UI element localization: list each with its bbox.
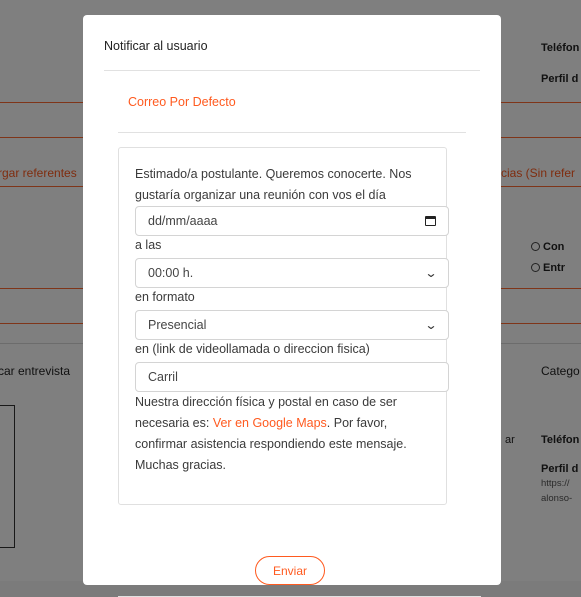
closing-line: necesaria es: Ver en Google Maps. Por fa… — [135, 413, 407, 434]
format-label: en formato — [135, 290, 195, 304]
google-maps-link[interactable]: Ver en Google Maps — [213, 416, 327, 430]
closing-line: Muchas gracias. — [135, 458, 227, 472]
intro-line: Estimado/a postulante. Queremos conocert… — [135, 167, 412, 181]
time-value: 00:00 h. — [148, 266, 194, 280]
intro-text: Estimado/a postulante. Queremos conocert… — [135, 164, 412, 206]
divider — [118, 132, 466, 133]
notify-user-modal: Notificar al usuario Correo Por Defecto … — [83, 15, 501, 597]
calendar-icon[interactable] — [425, 216, 436, 226]
closing-text: Nuestra dirección física y postal en cas… — [135, 392, 407, 476]
location-value: Carril — [148, 370, 178, 384]
time-select[interactable]: 00:00 h. ⌄ — [135, 258, 449, 288]
at-label: a las — [135, 238, 162, 252]
location-input[interactable]: Carril — [135, 362, 449, 392]
chevron-down-icon: ⌄ — [424, 266, 438, 280]
date-input[interactable]: dd/mm/aaaa — [135, 206, 449, 236]
intro-line: gustaría organizar una reunión con vos e… — [135, 188, 386, 202]
format-select[interactable]: Presencial ⌄ — [135, 310, 449, 340]
format-value: Presencial — [148, 318, 207, 332]
closing-line: confirmar asistencia respondiendo este m… — [135, 437, 407, 451]
closing-text-fragment: necesaria es: — [135, 416, 213, 430]
closing-line: Nuestra dirección física y postal en cas… — [135, 395, 397, 409]
tab-default-email[interactable]: Correo Por Defecto — [128, 95, 236, 109]
location-label: en (link de videollamada o direccion fis… — [135, 342, 370, 356]
modal-title: Notificar al usuario — [104, 39, 208, 53]
message-card: Estimado/a postulante. Queremos conocert… — [118, 147, 449, 505]
chevron-down-icon: ⌄ — [424, 318, 438, 332]
divider — [104, 70, 480, 71]
date-placeholder: dd/mm/aaaa — [148, 214, 218, 228]
closing-text-fragment: . Por favor, — [326, 416, 388, 430]
